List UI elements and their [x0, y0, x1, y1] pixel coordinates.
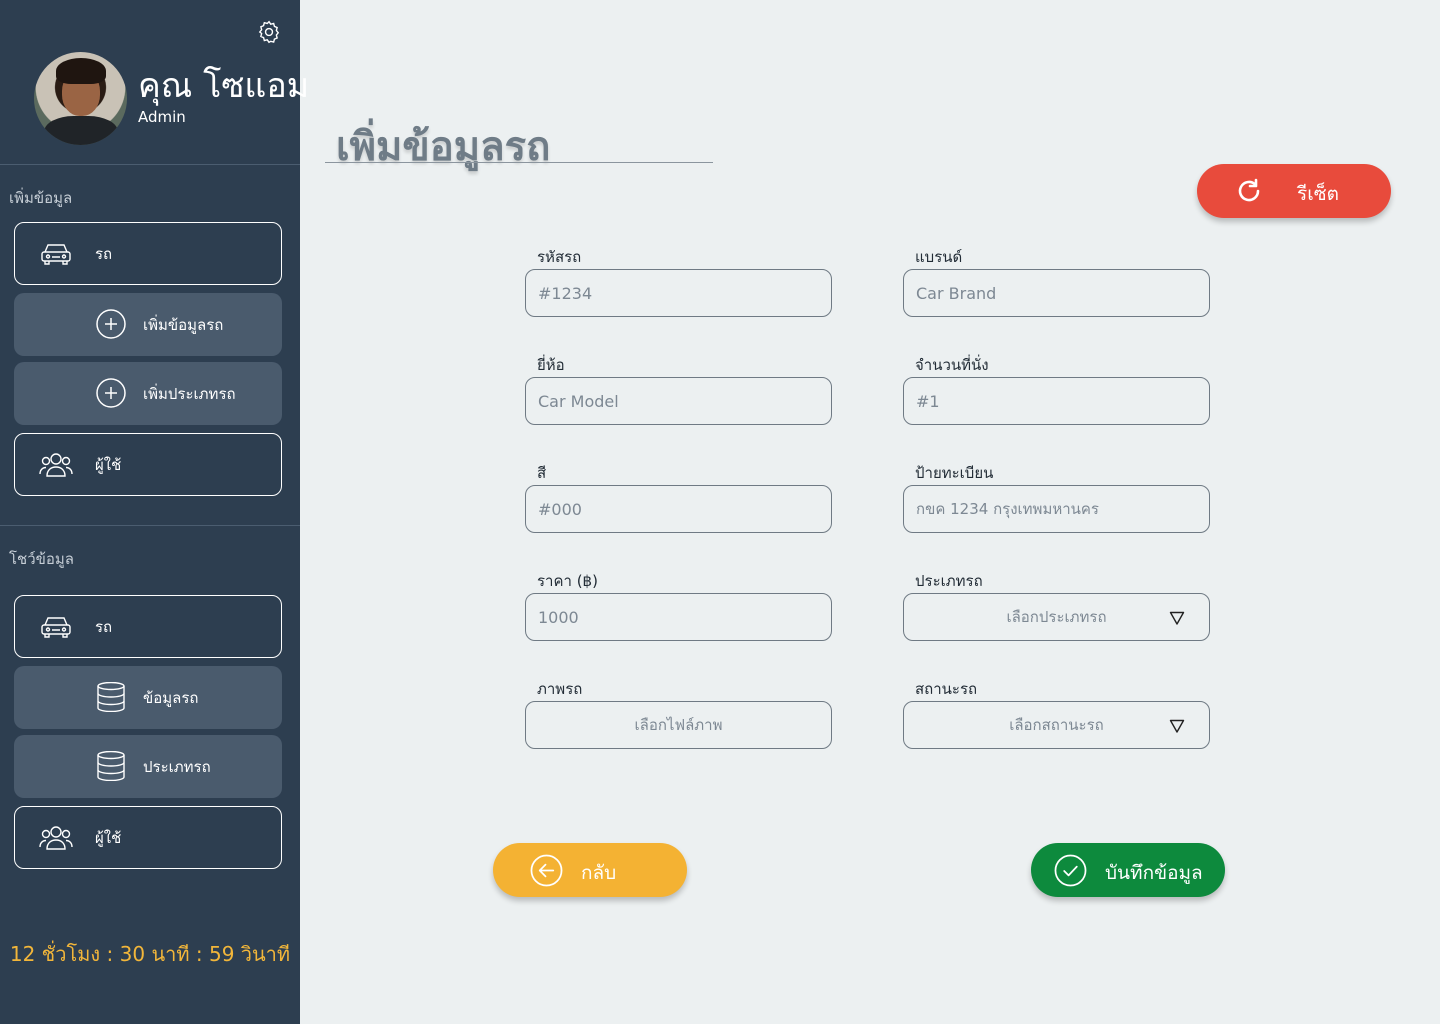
- sidebar-divider: [0, 164, 300, 165]
- image-file-value: เลือกไฟล์ภาพ: [634, 716, 723, 734]
- brand-label: แบรนด์: [915, 248, 963, 266]
- users-icon: [39, 826, 73, 850]
- sidebar-item-label: รถ: [95, 244, 113, 263]
- gear-icon[interactable]: [256, 19, 282, 45]
- sidebar-item-show-car[interactable]: รถ: [14, 595, 282, 658]
- save-button[interactable]: บันทึกข้อมูล: [1031, 843, 1225, 897]
- sidebar-item-show-user[interactable]: ผู้ใช้: [14, 806, 282, 869]
- price-label: ราคา (฿): [537, 572, 598, 590]
- sidebar-item-add-car-info[interactable]: เพิ่มข้อมูลรถ: [14, 293, 282, 356]
- sidebar-item-label: เพิ่มข้อมูลรถ: [143, 315, 224, 334]
- status-select[interactable]: เลือกสถานะรถ: [903, 701, 1210, 749]
- sidebar-item-label: ผู้ใช้: [95, 828, 122, 847]
- image-file-picker[interactable]: เลือกไฟล์ภาพ: [525, 701, 832, 749]
- user-name: คุณ โซแอม: [138, 66, 310, 106]
- reset-button[interactable]: รีเซ็ต: [1197, 164, 1391, 218]
- database-icon: [97, 751, 125, 781]
- car-type-value: เลือกประเภทรถ: [1006, 608, 1107, 626]
- sidebar-item-add-car[interactable]: รถ: [14, 222, 282, 285]
- reset-label: รีเซ็ต: [1297, 183, 1339, 205]
- model-input[interactable]: [525, 377, 832, 425]
- sidebar-item-add-car-type[interactable]: เพิ่มประเภทรถ: [14, 362, 282, 425]
- color-label: สี: [537, 464, 547, 482]
- triangle-down-icon: [1169, 719, 1185, 733]
- save-label: บันทึกข้อมูล: [1105, 862, 1203, 884]
- sidebar-item-show-car-info[interactable]: ข้อมูลรถ: [14, 666, 282, 729]
- sidebar-item-show-car-type[interactable]: ประเภทรถ: [14, 735, 282, 798]
- triangle-down-icon: [1169, 611, 1185, 625]
- seats-input[interactable]: [903, 377, 1210, 425]
- back-button[interactable]: กลับ: [493, 843, 687, 897]
- plate-input[interactable]: [903, 485, 1210, 533]
- refresh-icon: [1238, 178, 1260, 202]
- plus-circle-icon: [96, 378, 126, 408]
- car-id-label: รหัสรถ: [537, 248, 582, 266]
- avatar: [34, 52, 127, 145]
- sidebar-item-label: รถ: [95, 617, 113, 636]
- sidebar-divider: [0, 525, 300, 526]
- car-type-label: ประเภทรถ: [915, 572, 983, 590]
- title-underline: [325, 162, 713, 163]
- status-label: สถานะรถ: [915, 680, 978, 698]
- color-input[interactable]: [525, 485, 832, 533]
- session-timer: 12 ชั่วโมง : 30 นาที : 59 วินาที: [9, 942, 291, 966]
- brand-input[interactable]: [903, 269, 1210, 317]
- page-title: เพิ่มข้อมูลรถ: [336, 124, 551, 170]
- status-value: เลือกสถานะรถ: [1009, 716, 1104, 734]
- plus-circle-icon: [96, 309, 126, 339]
- price-input[interactable]: [525, 593, 832, 641]
- car-icon: [41, 617, 71, 638]
- arrow-left-circle-icon: [530, 854, 563, 887]
- plate-label: ป้ายทะเบียน: [915, 464, 994, 482]
- database-icon: [97, 682, 125, 712]
- car-icon: [41, 244, 71, 265]
- sidebar-item-label: เพิ่มประเภทรถ: [143, 384, 236, 403]
- sidebar: คุณ โซแอม Admin เพิ่มข้อมูล รถ เพิ่มข้อม…: [0, 0, 309, 1024]
- check-circle-icon: [1054, 854, 1087, 887]
- model-label: ยี่ห้อ: [537, 356, 565, 374]
- image-label: ภาพรถ: [537, 680, 583, 698]
- section-label-show: โชว์ข้อมูล: [9, 550, 75, 568]
- seats-label: จำนวนที่นั่ง: [915, 356, 989, 374]
- sidebar-item-label: ผู้ใช้: [95, 455, 122, 474]
- sidebar-item-add-user[interactable]: ผู้ใช้: [14, 433, 282, 496]
- users-icon: [39, 453, 73, 477]
- back-label: กลับ: [581, 862, 617, 884]
- section-label-add: เพิ่มข้อมูล: [9, 189, 73, 207]
- sidebar-item-label: ประเภทรถ: [143, 757, 211, 776]
- car-type-select[interactable]: เลือกประเภทรถ: [903, 593, 1210, 641]
- sidebar-item-label: ข้อมูลรถ: [143, 688, 199, 707]
- user-role: Admin: [138, 108, 186, 126]
- car-id-input[interactable]: [525, 269, 832, 317]
